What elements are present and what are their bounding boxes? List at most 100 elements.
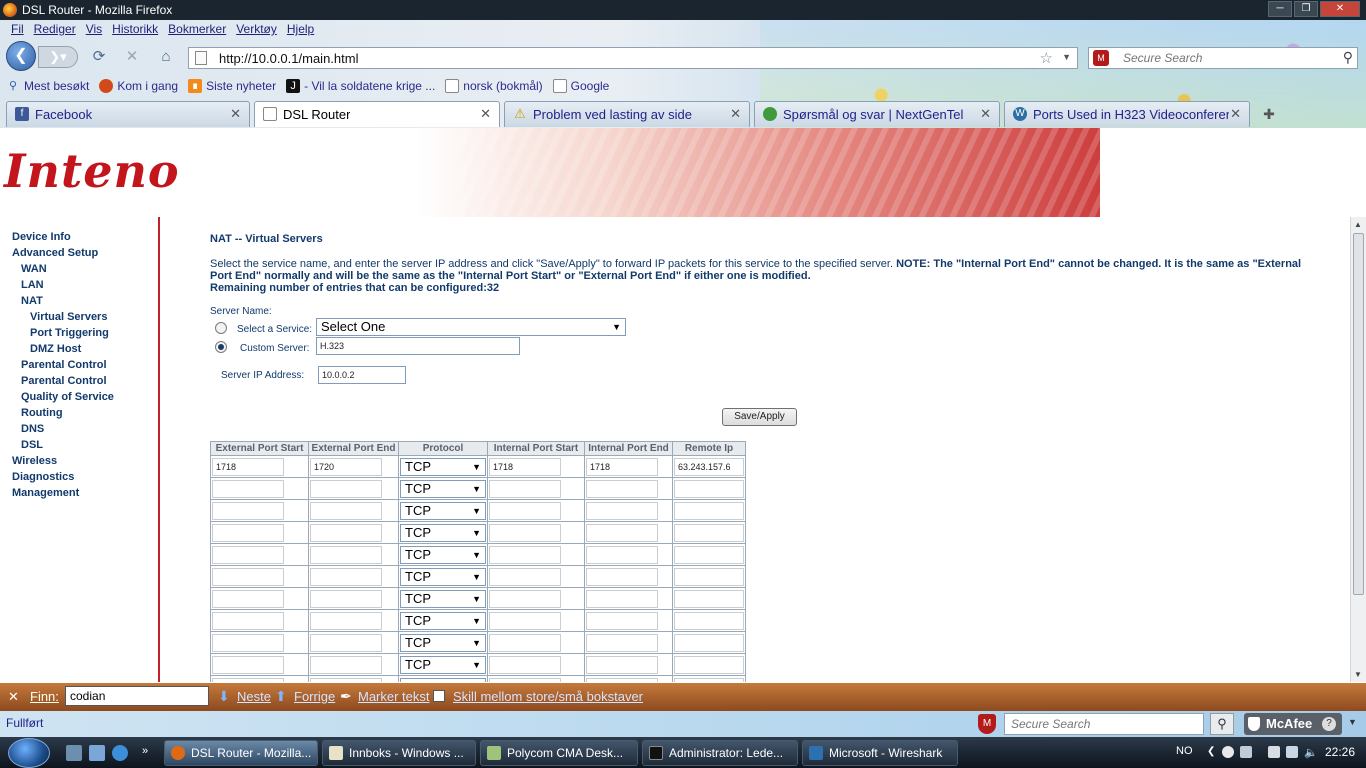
reload-icon[interactable]: ⟳ — [90, 48, 108, 66]
tray-circle-icon[interactable] — [1222, 746, 1234, 758]
sidebar-item-parental-control[interactable]: Parental Control — [21, 359, 107, 371]
bookmark-vg[interactable]: J- Vil la soldatene krige ... — [286, 77, 435, 95]
int-port-end-input[interactable] — [586, 567, 658, 586]
int-port-end-input[interactable] — [586, 545, 658, 564]
ext-port-start-input[interactable] — [212, 633, 284, 652]
sidebar-item-routing[interactable]: Routing — [21, 407, 63, 419]
close-find-icon[interactable]: ✕ — [8, 689, 19, 705]
close-tab-icon[interactable]: ✕ — [480, 106, 491, 122]
select-service-radio[interactable] — [215, 322, 227, 334]
menu-view[interactable]: Vis — [81, 21, 107, 39]
ext-port-end-input[interactable] — [310, 523, 382, 542]
close-window-button[interactable]: ✕ — [1320, 1, 1360, 17]
network-icon[interactable] — [1286, 746, 1298, 758]
ext-port-start-input[interactable] — [212, 611, 284, 630]
sidebar-item-lan[interactable]: LAN — [21, 279, 44, 291]
stop-icon[interactable]: ✕ — [123, 48, 141, 66]
remote-ip-input[interactable] — [674, 677, 744, 682]
protocol-select[interactable]: TCP ▼ — [400, 677, 486, 682]
remote-ip-input[interactable] — [674, 655, 744, 674]
url-bar[interactable]: http://10.0.0.1/main.html ☆ ▼ — [188, 47, 1078, 69]
menu-help[interactable]: Hjelp — [282, 21, 319, 39]
ext-port-start-input[interactable] — [212, 501, 284, 520]
int-port-end-input[interactable] — [586, 655, 658, 674]
ext-port-end-input[interactable] — [310, 633, 382, 652]
int-port-start-input[interactable] — [489, 501, 561, 520]
mcafee-icon[interactable]: M — [1093, 50, 1109, 66]
ext-port-end-input[interactable] — [310, 479, 382, 498]
search-input[interactable] — [1123, 50, 1333, 66]
int-port-end-input[interactable] — [586, 633, 658, 652]
taskbar-item-polycom[interactable]: Polycom CMA Desk... — [480, 740, 638, 766]
int-port-start-input[interactable] — [489, 611, 561, 630]
bookmark-most-visited[interactable]: ⚲ Mest besøkt — [6, 77, 89, 95]
int-port-end-input[interactable] — [586, 479, 658, 498]
int-port-end-input[interactable]: 1718 — [586, 457, 658, 476]
tab-dsl-router[interactable]: DSL Router ✕ — [254, 101, 500, 127]
sidebar-item-advanced-setup[interactable]: Advanced Setup — [12, 247, 98, 259]
highlight-all-button[interactable]: Marker tekst — [358, 689, 430, 704]
int-port-end-input[interactable] — [586, 523, 658, 542]
remote-ip-input[interactable] — [674, 501, 744, 520]
find-previous-button[interactable]: Forrige — [294, 689, 335, 704]
scroll-up-icon[interactable]: ▲ — [1354, 220, 1362, 229]
remote-ip-input[interactable] — [674, 567, 744, 586]
menu-bookmarks[interactable]: Bokmerker — [163, 21, 231, 39]
mcafee-shield-icon[interactable]: M — [978, 714, 996, 734]
int-port-end-input[interactable] — [586, 589, 658, 608]
ext-port-start-input[interactable] — [212, 479, 284, 498]
language-indicator[interactable]: NO — [1176, 745, 1193, 757]
menu-tools[interactable]: Verktøy — [231, 21, 282, 39]
chevron-down-icon[interactable]: ▼ — [1348, 717, 1357, 727]
sidebar-item-parental-control-2[interactable]: Parental Control — [21, 375, 107, 387]
int-port-start-input[interactable]: 1718 — [489, 457, 561, 476]
menu-edit[interactable]: Rediger — [29, 21, 81, 39]
help-icon[interactable]: ? — [1322, 717, 1336, 731]
internet-explorer-icon[interactable] — [112, 745, 128, 761]
sidebar-item-wireless[interactable]: Wireless — [12, 455, 57, 467]
taskbar-item-firefox[interactable]: DSL Router - Mozilla... — [164, 740, 318, 766]
taskbar-item-mail[interactable]: Innboks - Windows ... — [322, 740, 476, 766]
protocol-select[interactable]: TCP ▼ — [400, 545, 486, 564]
int-port-start-input[interactable] — [489, 523, 561, 542]
int-port-start-input[interactable] — [489, 677, 561, 682]
sidebar-item-dmz-host[interactable]: DMZ Host — [30, 343, 81, 355]
minimize-button[interactable]: ─ — [1268, 1, 1292, 17]
ext-port-end-input[interactable] — [310, 567, 382, 586]
search-icon[interactable]: ⚲ — [1343, 49, 1353, 66]
back-button[interactable]: ❮ — [6, 41, 36, 71]
bookmark-latest-news[interactable]: ∎ Siste nyheter — [188, 77, 276, 95]
sidebar-item-port-triggering[interactable]: Port Triggering — [30, 327, 109, 339]
find-input[interactable]: codian — [65, 686, 209, 706]
find-next-button[interactable]: Neste — [237, 689, 271, 704]
security-center-icon[interactable] — [1268, 746, 1280, 758]
close-tab-icon[interactable]: ✕ — [230, 106, 241, 122]
int-port-start-input[interactable] — [489, 567, 561, 586]
int-port-start-input[interactable] — [489, 655, 561, 674]
protocol-select[interactable]: TCP ▼ — [400, 523, 486, 542]
search-icon[interactable]: ⚲ — [1210, 713, 1234, 735]
taskbar-item-cmd[interactable]: Administrator: Lede... — [642, 740, 798, 766]
sidebar-item-virtual-servers[interactable]: Virtual Servers — [30, 311, 107, 323]
tab-ports-h323[interactable]: W Ports Used in H323 Videoconferenci... … — [1004, 101, 1250, 127]
menu-history[interactable]: Historikk — [107, 21, 163, 39]
switch-windows-icon[interactable] — [89, 745, 105, 761]
sidebar-item-management[interactable]: Management — [12, 487, 79, 499]
remote-ip-input[interactable] — [674, 545, 744, 564]
close-tab-icon[interactable]: ✕ — [730, 106, 741, 122]
ext-port-end-input[interactable] — [310, 611, 382, 630]
ext-port-end-input[interactable] — [310, 655, 382, 674]
protocol-select[interactable]: TCP ▼ — [400, 589, 486, 608]
remote-ip-input[interactable] — [674, 523, 744, 542]
forward-button[interactable]: ❯▾ — [38, 46, 78, 68]
scrollbar-thumb[interactable] — [1353, 233, 1364, 595]
custom-server-input[interactable]: H.323 — [316, 337, 520, 355]
scroll-down-icon[interactable]: ▼ — [1354, 670, 1362, 679]
remote-ip-input[interactable] — [674, 479, 744, 498]
bookmark-getting-started[interactable]: Kom i gang — [99, 77, 178, 95]
ext-port-start-input[interactable] — [212, 523, 284, 542]
sidebar-item-dsl[interactable]: DSL — [21, 439, 43, 451]
sidebar-item-wan[interactable]: WAN — [21, 263, 47, 275]
maximize-button[interactable]: ❐ — [1294, 1, 1318, 17]
remote-ip-input[interactable] — [674, 633, 744, 652]
